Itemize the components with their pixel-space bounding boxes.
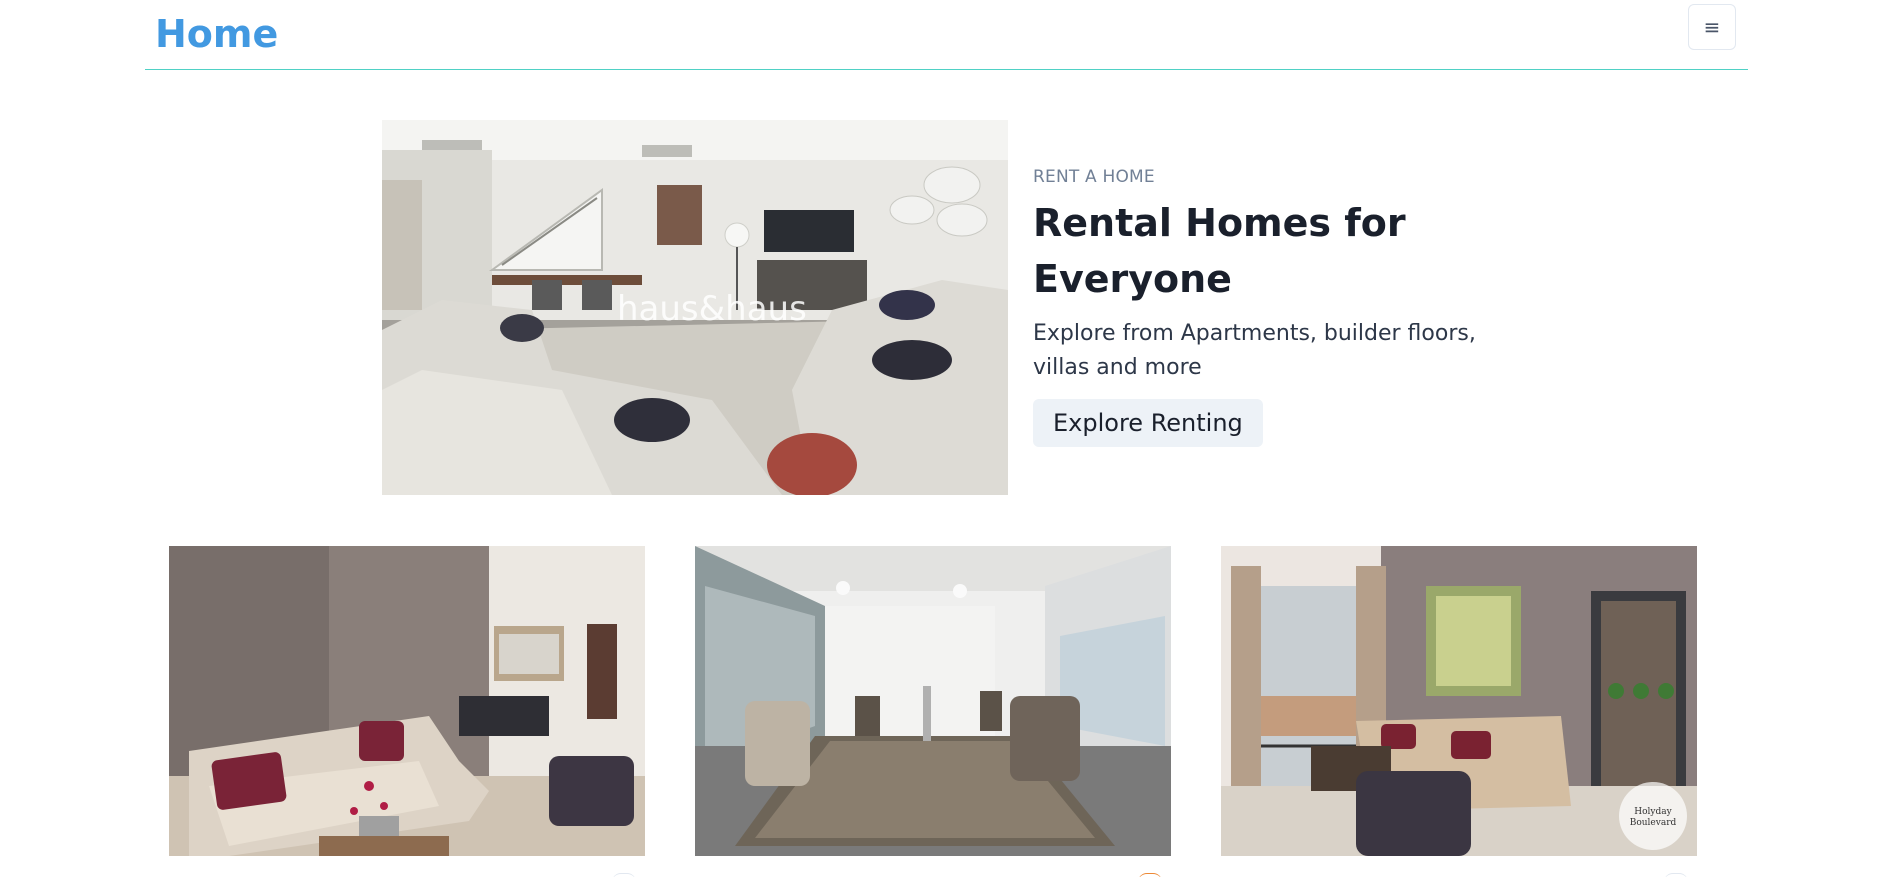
listing-image — [169, 546, 645, 856]
hamburger-icon: ≡ — [1703, 15, 1721, 39]
hero-title: Rental Homes for Everyone — [1033, 201, 1406, 301]
hero-image: haus&haus — [382, 120, 1008, 495]
card-action-edge — [1138, 873, 1162, 877]
hero-eyebrow: RENT A HOME — [1033, 167, 1155, 187]
svg-text:Boulevard: Boulevard — [1630, 818, 1677, 828]
top-navbar: Home ≡ — [145, 0, 1748, 70]
listing-card[interactable] — [695, 546, 1171, 856]
listing-image — [695, 546, 1171, 856]
svg-text:haus&haus: haus&haus — [617, 289, 807, 329]
listing-card[interactable] — [169, 546, 645, 856]
card-action-edge — [1664, 873, 1688, 877]
listing-card[interactable]: Holyday Boulevard — [1221, 546, 1697, 856]
hero-subtitle: Explore from Apartments, builder floors,… — [1033, 321, 1476, 380]
brand-home-link[interactable]: Home — [155, 10, 278, 58]
page: Home ≡ haus&haus RENT A HOME Rental Home… — [0, 0, 1886, 877]
explore-renting-button[interactable]: Explore Renting — [1033, 399, 1263, 447]
svg-text:Holyday: Holyday — [1634, 807, 1672, 817]
menu-button[interactable]: ≡ — [1688, 4, 1736, 50]
card-action-edge — [612, 873, 636, 877]
hero-content: RENT A HOME Rental Homes for Everyone Ex… — [1033, 165, 1503, 447]
listing-image: Holyday Boulevard — [1221, 546, 1697, 856]
